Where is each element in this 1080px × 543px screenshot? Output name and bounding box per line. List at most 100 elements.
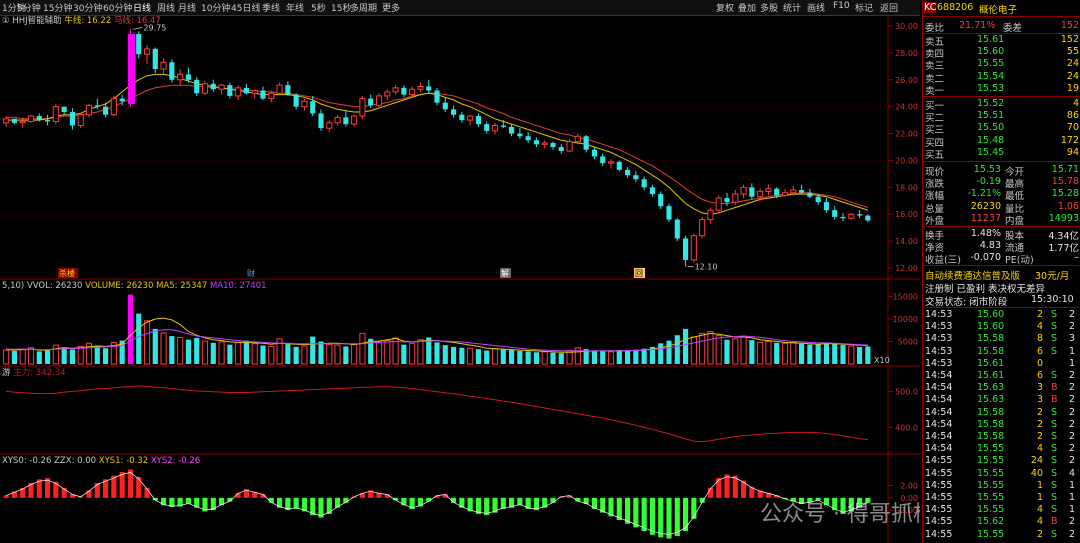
- candle[interactable]: [707, 207, 714, 224]
- timeframe-tab[interactable]: 10分钟: [201, 1, 230, 14]
- candle[interactable]: [218, 83, 225, 95]
- event-marker[interactable]: 回: [634, 268, 645, 278]
- candle[interactable]: [293, 93, 299, 110]
- candle[interactable]: [451, 105, 457, 118]
- toolbar-button[interactable]: 多股: [760, 1, 778, 14]
- candle[interactable]: [384, 89, 391, 100]
- candle[interactable]: [658, 191, 664, 209]
- candle[interactable]: [509, 124, 515, 137]
- candle[interactable]: [857, 210, 863, 219]
- candle[interactable]: [343, 110, 349, 127]
- candle[interactable]: [674, 218, 680, 242]
- candle[interactable]: [417, 82, 424, 92]
- candle[interactable]: [434, 87, 440, 106]
- timeframe-tab[interactable]: 5秒: [311, 1, 326, 14]
- toolbar-button[interactable]: 复权: [716, 1, 734, 14]
- candle[interactable]: [375, 93, 383, 109]
- timeframe-tab[interactable]: 15秒: [331, 1, 351, 14]
- candle[interactable]: [616, 160, 622, 172]
- candle[interactable]: [136, 31, 142, 59]
- timeframe-tab[interactable]: 月线: [178, 1, 196, 14]
- toolbar-button[interactable]: F10: [833, 1, 850, 11]
- candle[interactable]: [127, 29, 135, 107]
- candle[interactable]: [210, 79, 216, 92]
- candle[interactable]: [823, 198, 829, 213]
- candle[interactable]: [11, 118, 17, 125]
- timeframe-tab[interactable]: 周线: [157, 1, 175, 14]
- candle[interactable]: [301, 98, 308, 111]
- candle[interactable]: [865, 214, 871, 223]
- timeframe-tab[interactable]: 季线: [262, 1, 280, 14]
- timeframe-tab[interactable]: 45日线: [231, 1, 260, 14]
- timeframe-tab[interactable]: 5分钟: [17, 1, 41, 14]
- timeframe-tab[interactable]: 更多: [382, 1, 400, 14]
- candle[interactable]: [550, 141, 556, 150]
- candle[interactable]: [740, 184, 747, 199]
- candle[interactable]: [177, 69, 184, 86]
- candle[interactable]: [807, 188, 813, 199]
- candle[interactable]: [243, 83, 249, 95]
- promo-row[interactable]: 自动续费通达信普及版 30元/月: [923, 268, 1080, 282]
- candle[interactable]: [600, 153, 606, 166]
- candle[interactable]: [85, 103, 93, 118]
- candle[interactable]: [641, 176, 647, 191]
- candle[interactable]: [442, 97, 448, 113]
- toolbar-button[interactable]: 返回: [880, 1, 898, 14]
- timeframe-tab[interactable]: 多周期: [350, 1, 377, 14]
- candle[interactable]: [326, 120, 333, 133]
- toolbar-button[interactable]: 统计: [783, 1, 801, 14]
- candle[interactable]: [533, 137, 539, 147]
- candle[interactable]: [401, 85, 407, 98]
- candle[interactable]: [285, 81, 291, 96]
- candle[interactable]: [517, 128, 523, 139]
- candle[interactable]: [699, 216, 706, 239]
- candle[interactable]: [832, 206, 838, 220]
- candle[interactable]: [491, 122, 499, 135]
- candle[interactable]: [583, 134, 589, 153]
- candle[interactable]: [351, 114, 358, 127]
- candle[interactable]: [169, 59, 175, 83]
- candle[interactable]: [649, 184, 655, 197]
- candle[interactable]: [52, 103, 59, 125]
- candle[interactable]: [409, 86, 416, 96]
- candle[interactable]: [732, 190, 739, 205]
- candle[interactable]: [110, 95, 117, 117]
- candle[interactable]: [525, 132, 531, 143]
- candle[interactable]: [715, 195, 722, 213]
- candle[interactable]: [318, 109, 324, 131]
- candle[interactable]: [260, 86, 266, 100]
- candle[interactable]: [541, 140, 548, 149]
- candle[interactable]: [359, 95, 366, 119]
- candle[interactable]: [426, 79, 432, 94]
- kline-chart[interactable]: 30.00 28.00 26.00 24.00 22.00 20.00 18.00 16.00…: [0, 15, 920, 543]
- candle[interactable]: [765, 184, 772, 196]
- candle[interactable]: [227, 82, 233, 99]
- candle[interactable]: [392, 85, 399, 95]
- timeframe-tab[interactable]: 年线: [286, 1, 304, 14]
- candle[interactable]: [467, 114, 474, 126]
- event-marker[interactable]: 杀楼: [58, 268, 78, 278]
- timeframe-tab[interactable]: 30分钟: [73, 1, 102, 14]
- candle[interactable]: [69, 108, 75, 130]
- candle[interactable]: [194, 77, 200, 96]
- timeframe-tab[interactable]: 15分钟: [43, 1, 72, 14]
- candle[interactable]: [152, 47, 158, 74]
- candle[interactable]: [625, 167, 631, 178]
- toolbar-button[interactable]: 画线: [807, 1, 825, 14]
- candle[interactable]: [45, 114, 51, 126]
- candle[interactable]: [475, 113, 481, 127]
- candle[interactable]: [27, 114, 35, 123]
- candle[interactable]: [160, 58, 167, 75]
- candle[interactable]: [61, 106, 67, 115]
- candle[interactable]: [334, 114, 341, 126]
- candle[interactable]: [799, 184, 805, 195]
- candle[interactable]: [235, 85, 242, 100]
- candle[interactable]: [276, 82, 283, 95]
- toolbar-button[interactable]: 标记: [855, 1, 873, 14]
- candle[interactable]: [666, 203, 672, 223]
- candle[interactable]: [459, 112, 465, 123]
- event-marker[interactable]: 财: [247, 268, 255, 278]
- candle[interactable]: [690, 233, 697, 263]
- toolbar-button[interactable]: 叠加: [738, 1, 756, 14]
- candle[interactable]: [848, 212, 855, 220]
